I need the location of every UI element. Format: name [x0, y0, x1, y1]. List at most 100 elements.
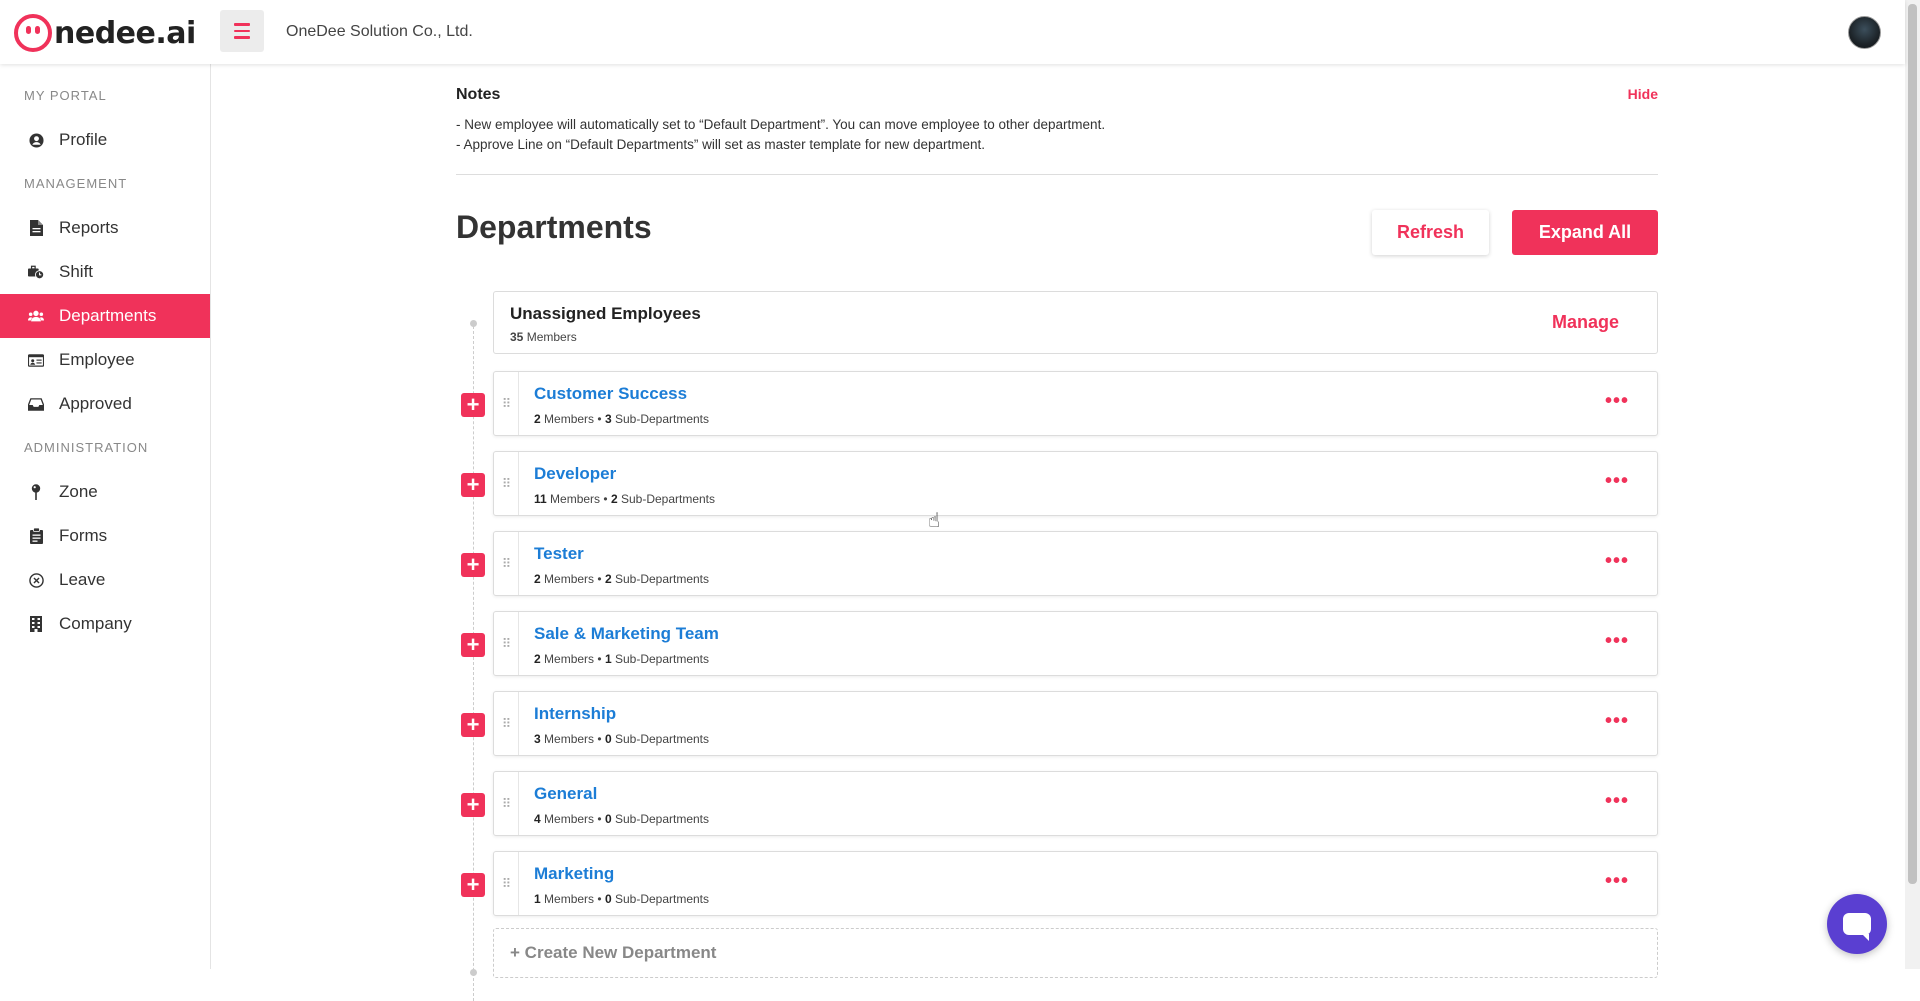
meta-separator: • — [597, 732, 602, 746]
notes-panel: Notes Hide - New employee will automatic… — [456, 64, 1658, 175]
more-options-icon[interactable]: ••• — [1605, 630, 1629, 653]
more-options-icon[interactable]: ••• — [1605, 790, 1629, 813]
department-meta: 11 Members • 2 Sub-Departments — [534, 492, 715, 506]
add-subdepartment-button[interactable]: + — [461, 392, 485, 417]
users-icon — [28, 308, 44, 324]
tree-dot — [470, 969, 477, 976]
member-count: 3 — [534, 732, 541, 746]
plus-icon: + — [466, 472, 480, 497]
sidebar-item-shift[interactable]: Shift — [0, 250, 210, 294]
drag-handle-icon[interactable]: ⠿ — [494, 372, 519, 435]
department-name[interactable]: Developer — [534, 464, 616, 484]
tree-dot — [470, 320, 477, 327]
chat-bubble-icon — [1843, 913, 1871, 941]
sidebar-item-zone[interactable]: Zone — [0, 470, 210, 514]
sidebar-item-company[interactable]: Company — [0, 602, 210, 646]
sidebar-item-approved[interactable]: Approved — [0, 382, 210, 426]
sidebar-item-label: Company — [59, 614, 132, 633]
sidebar-item-departments[interactable]: Departments — [0, 294, 210, 338]
department-meta: 4 Members • 0 Sub-Departments — [534, 812, 709, 826]
sidebar-item-employee[interactable]: Employee — [0, 338, 210, 382]
notes-title: Notes — [456, 86, 501, 103]
add-subdepartment-button[interactable]: + — [461, 632, 485, 657]
top-bar: nedee.ai OneDee Solution Co., Ltd. — [0, 0, 1905, 64]
department-meta: 3 Members • 0 Sub-Departments — [534, 732, 709, 746]
sidebar-item-label: Leave — [59, 570, 106, 589]
sidebar-item-label: Profile — [59, 130, 108, 149]
sidebar-item-reports[interactable]: Reports — [0, 206, 210, 250]
manage-button[interactable]: Manage — [1552, 312, 1619, 333]
members-label: Members — [544, 892, 595, 906]
meta-separator: • — [597, 412, 602, 426]
department-name[interactable]: Sale & Marketing Team — [534, 624, 719, 644]
department-card-customer-success: ⠿ Customer Success 2 Members • 3 Sub-Dep… — [493, 371, 1658, 436]
sub-count: 2 — [604, 572, 612, 586]
add-subdepartment-button[interactable]: + — [461, 872, 485, 897]
add-subdepartment-button[interactable]: + — [461, 472, 485, 497]
department-card-developer: ⠿ Developer 11 Members • 2 Sub-Departmen… — [493, 451, 1658, 516]
members-label: Members — [544, 652, 595, 666]
chat-widget-button[interactable] — [1827, 894, 1887, 954]
more-options-icon[interactable]: ••• — [1605, 870, 1629, 893]
department-card-marketing: ⠿ Marketing 1 Members • 0 Sub-Department… — [493, 851, 1658, 916]
department-meta: 2 Members • 1 Sub-Departments — [534, 652, 709, 666]
add-subdepartment-button[interactable]: + — [461, 552, 485, 577]
page-scrollbar[interactable] — [1905, 0, 1920, 969]
more-options-icon[interactable]: ••• — [1605, 710, 1629, 733]
onedee-logo[interactable]: nedee.ai — [14, 14, 196, 52]
department-name[interactable]: Internship — [534, 704, 616, 724]
member-count: 11 — [534, 492, 547, 506]
avatar[interactable] — [1848, 16, 1881, 49]
member-count: 2 — [534, 652, 541, 666]
main-content: Notes Hide - New employee will automatic… — [456, 64, 1658, 1001]
more-options-icon[interactable]: ••• — [1605, 470, 1629, 493]
more-options-icon[interactable]: ••• — [1605, 390, 1629, 413]
inbox-icon — [28, 396, 44, 412]
sidebar-item-label: Zone — [59, 482, 98, 501]
plus-icon: + — [466, 632, 480, 657]
id-card-icon — [28, 352, 44, 368]
unassigned-meta: 35 Members — [510, 330, 577, 344]
department-meta: 1 Members • 0 Sub-Departments — [534, 892, 709, 906]
drag-handle-icon[interactable]: ⠿ — [494, 452, 519, 515]
building-icon — [28, 616, 44, 632]
drag-handle-icon[interactable]: ⠿ — [494, 852, 519, 915]
members-label: Members — [544, 812, 595, 826]
sidebar-item-leave[interactable]: Leave — [0, 558, 210, 602]
department-name[interactable]: Tester — [534, 544, 584, 564]
unassigned-count: 35 — [510, 330, 524, 344]
notes-hide-link[interactable]: Hide — [1628, 86, 1658, 102]
hand-cursor-icon: ☝ — [928, 510, 941, 532]
more-options-icon[interactable]: ••• — [1605, 550, 1629, 573]
drag-handle-icon[interactable]: ⠿ — [494, 532, 519, 595]
refresh-button[interactable]: Refresh — [1372, 210, 1489, 255]
department-name[interactable]: Customer Success — [534, 384, 687, 404]
subs-label: Sub-Departments — [614, 572, 710, 586]
sub-count: 1 — [604, 652, 612, 666]
scrollbar-thumb[interactable] — [1908, 4, 1917, 884]
department-name[interactable]: General — [534, 784, 597, 804]
menu-toggle-button[interactable] — [220, 10, 264, 52]
plus-icon: + — [466, 552, 480, 577]
create-new-department-button[interactable]: + Create New Department — [493, 928, 1658, 978]
sidebar-item-label: Approved — [59, 394, 132, 413]
notes-line: - New employee will automatically set to… — [456, 117, 1106, 132]
sub-count: 0 — [604, 892, 612, 906]
briefcase-clock-icon — [28, 264, 44, 280]
clipboard-icon — [28, 528, 44, 544]
sidebar-item-profile[interactable]: Profile — [0, 118, 210, 162]
drag-handle-icon[interactable]: ⠿ — [494, 612, 519, 675]
department-card-sale-marketing-team: ⠿ Sale & Marketing Team 2 Members • 1 Su… — [493, 611, 1658, 676]
department-name[interactable]: Marketing — [534, 864, 614, 884]
sidebar-item-label: Shift — [59, 262, 94, 281]
add-subdepartment-button[interactable]: + — [461, 712, 485, 737]
user-circle-icon — [28, 132, 44, 148]
expand-all-button[interactable]: Expand All — [1512, 210, 1658, 255]
sidebar-item-forms[interactable]: Forms — [0, 514, 210, 558]
drag-handle-icon[interactable]: ⠿ — [494, 692, 519, 755]
drag-handle-icon[interactable]: ⠿ — [494, 772, 519, 835]
add-subdepartment-button[interactable]: + — [461, 792, 485, 817]
page-title: Departments — [456, 209, 652, 245]
member-count: 4 — [534, 812, 541, 826]
sidebar-item-label: Forms — [59, 526, 108, 545]
